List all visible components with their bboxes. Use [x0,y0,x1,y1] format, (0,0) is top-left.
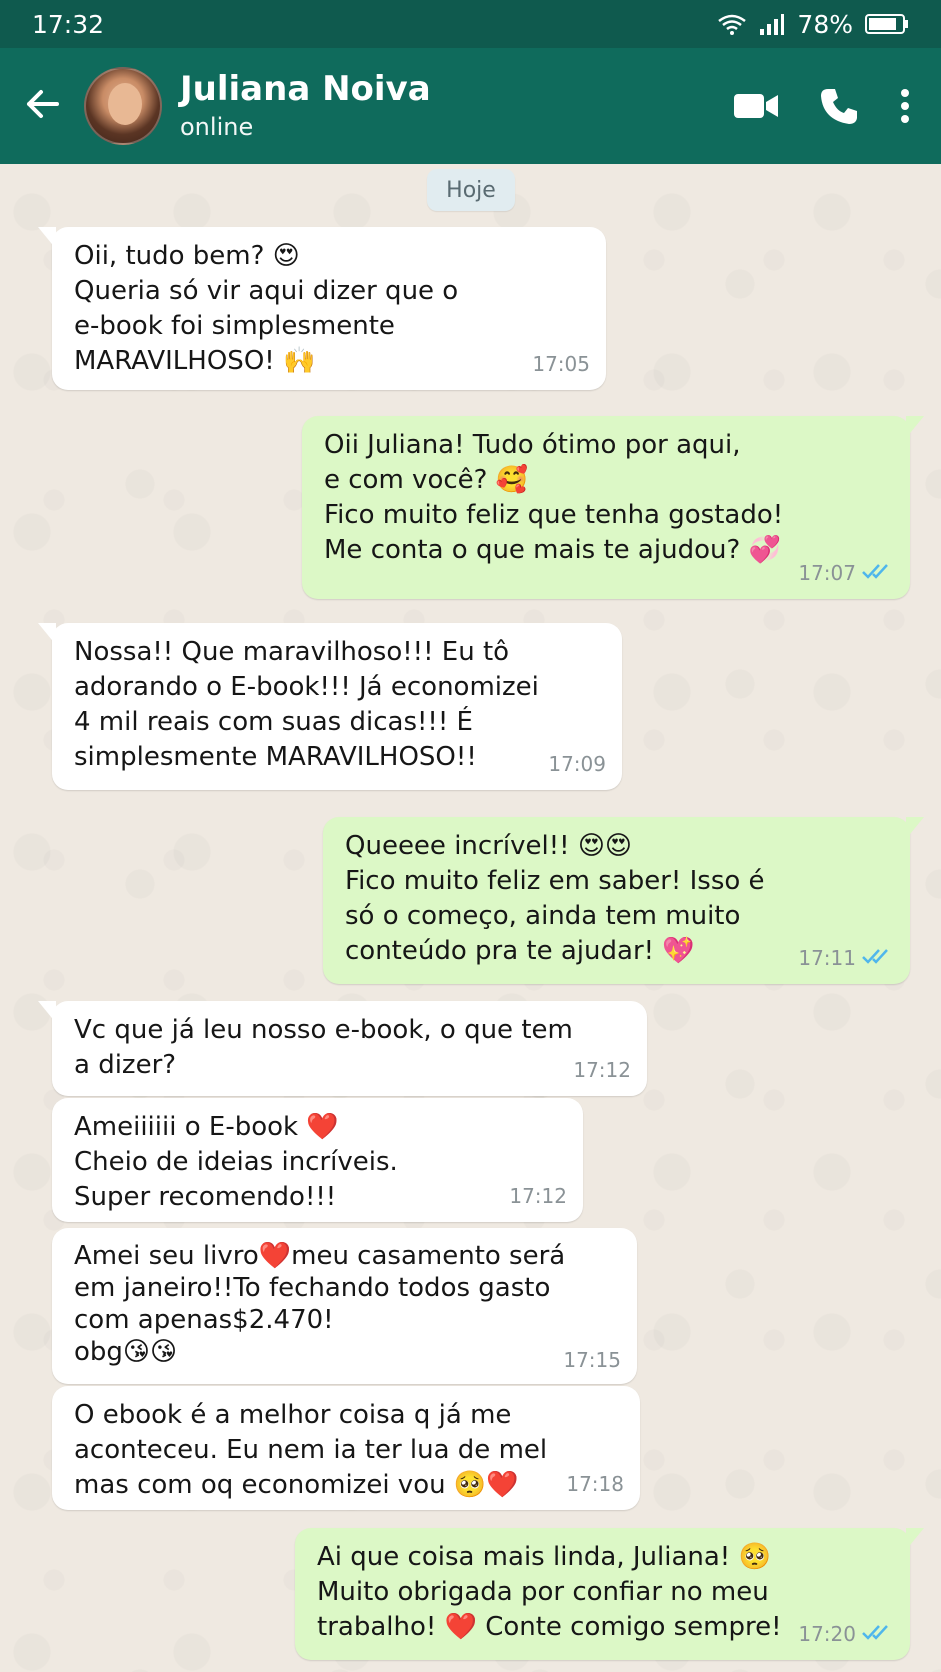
chat-header: Juliana Noiva online [0,48,941,164]
back-button[interactable] [20,84,64,128]
message-bubble-incoming[interactable]: Ameiiiiii o E-book ❤️ Cheio de ideias in… [52,1098,583,1222]
message-time: 17:12 [509,1184,567,1208]
message-bubble-outgoing[interactable]: Oii Juliana! Tudo ótimo por aqui, e com … [302,416,924,599]
message-text: Oii Juliana! Tudo ótimo por aqui, e com … [324,430,784,565]
avatar[interactable] [84,67,162,145]
contact-status: online [180,113,254,141]
message-time: 17:18 [566,1472,624,1496]
message-bubble-incoming[interactable]: Vc que já leu nosso e-book, o que tem a … [38,1001,647,1096]
double-check-icon [862,1617,894,1652]
message-time: 17:07 [798,561,856,585]
double-check-icon [862,941,894,976]
battery-percent: 78% [797,9,853,39]
video-call-icon[interactable] [733,91,779,121]
signal-icon [759,13,785,35]
contact-info[interactable]: Juliana Noiva online [180,68,431,144]
message-time: 17:12 [573,1058,631,1082]
message-bubble-incoming[interactable]: Oii, tudo bem? 😍 Queria só vir aqui dize… [38,227,606,390]
back-arrow-icon [25,89,59,123]
double-check-icon [862,556,894,591]
message-bubble-outgoing[interactable]: Queeee incrível!! 😍😍 Fico muito feliz em… [323,817,924,984]
message-time: 17:11 [798,946,856,970]
status-bar: 17:32 78% [0,0,941,48]
message-bubble-incoming[interactable]: Amei seu livro❤️meu casamento será em ja… [52,1228,637,1384]
chat-area[interactable]: Hoje Oii, tudo bem? 😍 Queria só vir aqui… [0,164,941,1672]
status-indicators: 78% [717,10,909,39]
message-bubble-outgoing[interactable]: Ai que coisa mais linda, Juliana! 🥺 Muit… [295,1528,924,1660]
date-divider: Hoje [427,169,515,211]
message-text: Amei seu livro❤️meu casamento será em ja… [74,1241,566,1367]
message-time: 17:15 [563,1348,621,1372]
contact-name: Juliana Noiva [180,69,431,109]
message-text: Oii, tudo bem? 😍 Queria só vir aqui dize… [74,241,459,376]
message-bubble-incoming[interactable]: O ebook é a melhor coisa q já me acontec… [52,1386,640,1510]
phone-icon[interactable] [819,86,859,126]
message-time: 17:09 [548,752,606,776]
message-time: 17:20 [798,1622,856,1646]
message-text: O ebook é a melhor coisa q já me acontec… [74,1400,548,1500]
message-bubble-incoming[interactable]: Nossa!! Que maravilhoso!!! Eu tô adorand… [38,623,622,790]
message-time: 17:05 [532,352,590,376]
battery-icon [865,13,909,35]
message-text: Vc que já leu nosso e-book, o que tem a … [74,1015,573,1080]
wifi-icon [717,13,747,35]
more-vertical-icon[interactable] [899,88,911,124]
message-text: Nossa!! Que maravilhoso!!! Eu tô adorand… [74,637,539,772]
status-time: 17:32 [32,9,105,39]
message-text: Ameiiiiii o E-book ❤️ Cheio de ideias in… [74,1112,398,1212]
